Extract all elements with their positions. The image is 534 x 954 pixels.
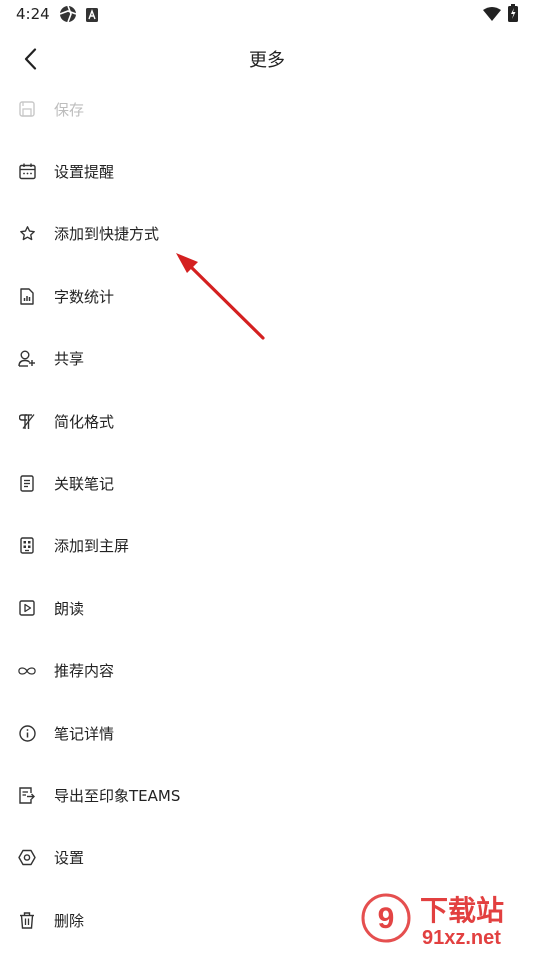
menu-item-label: 设置提醒 — [54, 163, 115, 182]
aperture-icon — [59, 5, 77, 27]
menu-item-simplify-format[interactable]: 简化格式 — [0, 390, 534, 452]
linked-note-icon — [18, 475, 36, 493]
menu-item-share[interactable]: 共享 — [0, 328, 534, 390]
menu-item-label: 添加到主屏 — [54, 537, 130, 556]
save-icon — [18, 100, 36, 118]
word-count-icon — [18, 287, 36, 305]
watermark-title: 下载站 — [420, 894, 504, 927]
watermark-url: 91xz.net — [422, 927, 501, 949]
trash-icon — [18, 911, 36, 929]
export-icon — [18, 786, 36, 804]
menu-item-note-details[interactable]: 笔记详情 — [0, 702, 534, 764]
wifi-icon — [483, 6, 501, 25]
settings-icon — [18, 849, 36, 867]
clear-format-icon — [18, 412, 36, 430]
menu-item-word-count[interactable]: 字数统计 — [0, 265, 534, 327]
menu-item-label: 关联笔记 — [54, 475, 115, 494]
infinity-icon — [18, 662, 36, 680]
menu-item-settings[interactable]: 设置 — [0, 827, 534, 889]
menu-item-label: 保存 — [54, 100, 85, 119]
status-bar: 4:24 — [0, 0, 534, 28]
menu-item-label: 简化格式 — [54, 412, 115, 431]
menu-item-label: 笔记详情 — [54, 724, 115, 743]
menu-item-label: 共享 — [54, 350, 85, 369]
menu-item-label: 朗读 — [54, 599, 85, 618]
menu-list: 保存 设置提醒 添加到快捷方式 字数统计 共享 简化格式 关联笔记 添加到主屏 … — [0, 78, 534, 951]
menu-item-label: 设置 — [54, 849, 85, 868]
svg-text:9: 9 — [378, 902, 395, 935]
menu-item-read-aloud[interactable]: 朗读 — [0, 577, 534, 639]
watermark-logo: 9 下载站 91xz.net — [360, 886, 534, 950]
page-title: 更多 — [249, 50, 285, 71]
menu-item-label: 推荐内容 — [54, 662, 115, 681]
status-time: 4:24 — [16, 5, 50, 23]
menu-item-export-teams[interactable]: 导出至印象TEAMS — [0, 764, 534, 826]
menu-item-add-shortcut[interactable]: 添加到快捷方式 — [0, 203, 534, 265]
info-icon — [18, 724, 36, 742]
share-person-icon — [18, 350, 36, 368]
calendar-icon — [18, 163, 36, 181]
play-icon — [18, 599, 36, 617]
home-screen-icon — [18, 537, 36, 555]
menu-item-add-to-home-screen[interactable]: 添加到主屏 — [0, 515, 534, 577]
menu-item-set-reminder[interactable]: 设置提醒 — [0, 140, 534, 202]
app-notification-icon — [86, 7, 98, 26]
menu-item-linked-note[interactable]: 关联笔记 — [0, 452, 534, 514]
menu-item-label: 添加到快捷方式 — [54, 225, 160, 244]
menu-item-label: 字数统计 — [54, 287, 115, 306]
star-icon — [18, 225, 36, 243]
menu-item-label: 删除 — [54, 911, 85, 930]
menu-item-recommended-content[interactable]: 推荐内容 — [0, 640, 534, 702]
menu-item-label: 导出至印象TEAMS — [54, 786, 181, 805]
menu-item-save: 保存 — [0, 78, 534, 140]
battery-charging-icon — [508, 4, 518, 26]
